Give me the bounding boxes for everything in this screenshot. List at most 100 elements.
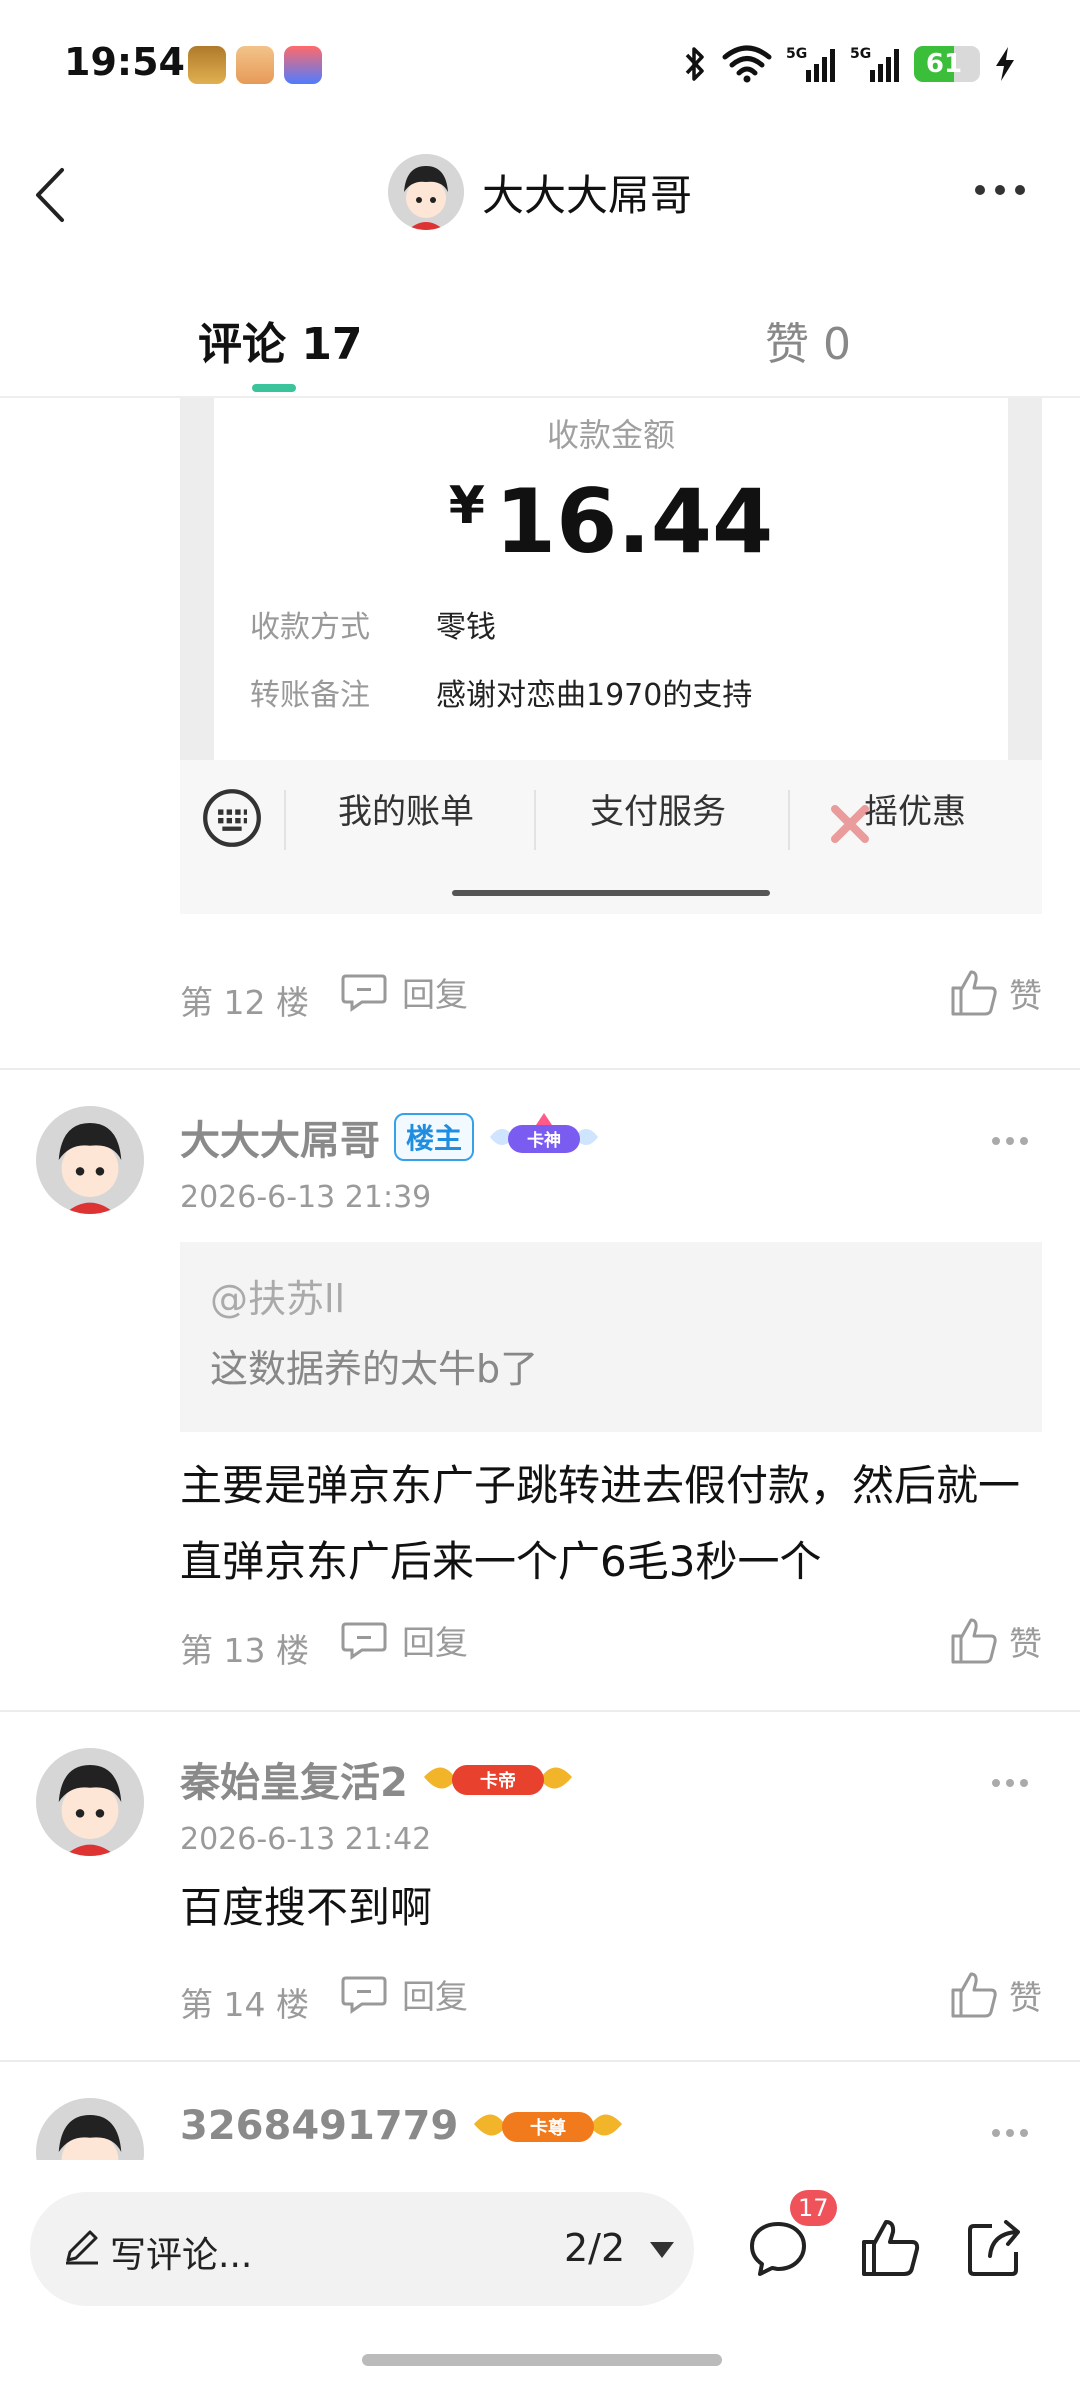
status-bar: 19:54 5G 5G 61 bbox=[0, 0, 1080, 130]
comment-icon[interactable] bbox=[746, 2216, 810, 2280]
receipt-note-row: 转账备注 感谢对恋曲1970的支持 bbox=[250, 670, 752, 714]
reply-label: 回复 bbox=[402, 1623, 468, 1662]
reply-icon bbox=[341, 1976, 387, 2014]
like-label: 赞 bbox=[1009, 1624, 1042, 1663]
pencil-icon bbox=[66, 2230, 98, 2265]
5g-signal-icon: 5G bbox=[786, 46, 835, 82]
comment-author[interactable]: 3268491779 bbox=[180, 2103, 458, 2149]
note-value: 感谢对恋曲1970的支持 bbox=[436, 678, 753, 713]
like-button[interactable]: 赞 bbox=[949, 1970, 1042, 2020]
watermark-logo-icon bbox=[831, 805, 869, 843]
comment-time: 2026-6-13 21:42 bbox=[180, 1822, 432, 1857]
svg-text:5G: 5G bbox=[786, 46, 807, 62]
app-notification-icon bbox=[188, 46, 226, 84]
more-options-icon[interactable] bbox=[990, 2126, 1030, 2140]
like-label: 赞 bbox=[1009, 1978, 1042, 2017]
tab-comments[interactable]: 评论 17 bbox=[198, 308, 363, 372]
receipt-label: 收款金额 bbox=[546, 416, 675, 454]
comment-item: 大大大屌哥 楼主 卡神 2026-6-13 21:39 @扶苏ll 这数据养的太… bbox=[0, 1068, 1080, 1708]
home-indicator bbox=[362, 2354, 722, 2366]
comment-item: 3268491779 卡尊 bbox=[0, 2060, 1080, 2160]
note-key: 转账备注 bbox=[250, 678, 370, 713]
rank-badge-icon: 卡尊 bbox=[474, 2112, 623, 2142]
header-user[interactable]: 大大大屌哥 bbox=[0, 154, 1080, 230]
page-indicator[interactable]: 2/2 bbox=[564, 2226, 625, 2270]
rank-badge-label: 卡神 bbox=[527, 1130, 561, 1151]
like-label: 赞 bbox=[1009, 976, 1042, 1015]
reply-button[interactable]: 回复 bbox=[340, 968, 468, 1016]
like-button[interactable]: 赞 bbox=[949, 1616, 1042, 1666]
reply-icon bbox=[341, 974, 387, 1012]
quoted-user: @扶苏ll bbox=[210, 1277, 346, 1321]
comment-meta-row: 第 12 楼 回复 赞 bbox=[180, 968, 1042, 1028]
comment-meta-row: 第 14 楼 回复 赞 bbox=[180, 1970, 1042, 2030]
tab-bar: 评论 17 赞 0 bbox=[0, 290, 1080, 398]
comment-meta-row: 第 13 楼 回复 赞 bbox=[180, 1616, 1042, 1676]
rank-badge-icon: 卡神 bbox=[490, 1113, 599, 1153]
reply-button[interactable]: 回复 bbox=[340, 1616, 468, 1664]
comment-body: 百度搜不到啊 bbox=[180, 1883, 433, 1932]
more-options-icon[interactable] bbox=[970, 170, 1030, 210]
currency-symbol: ¥ bbox=[448, 476, 485, 536]
charging-icon bbox=[996, 47, 1014, 81]
comment-header: 3268491779 卡尊 bbox=[180, 2100, 624, 2152]
comment-item: 秦始皇复活2 卡帝 2026-6-13 21:42 百度搜不到啊 第 14 楼 … bbox=[0, 1710, 1080, 2060]
amount-value: 16.44 bbox=[494, 470, 774, 573]
like-button[interactable]: 赞 bbox=[949, 968, 1042, 1018]
divider bbox=[788, 790, 790, 850]
reply-button[interactable]: 回复 bbox=[340, 1970, 468, 2018]
write-comment-input[interactable]: 写评论... 2/2 bbox=[30, 2192, 694, 2306]
comment-author[interactable]: 秦始皇复活2 bbox=[180, 1750, 408, 1808]
caret-down-icon[interactable] bbox=[648, 2240, 676, 2260]
status-time: 19:54 bbox=[64, 40, 185, 84]
receipt-method-row: 收款方式 零钱 bbox=[250, 602, 496, 646]
receipt-image[interactable]: 收款金额 ¥16.44 收款方式 零钱 转账备注 感谢对恋曲1970的支持 我的账单… bbox=[180, 398, 1042, 914]
more-options-icon[interactable] bbox=[990, 1134, 1030, 1148]
thumbs-up-icon bbox=[951, 1972, 997, 2018]
divider bbox=[284, 790, 286, 850]
reply-label: 回复 bbox=[402, 975, 468, 1014]
receipt-bar-item: 我的账单 bbox=[338, 792, 474, 832]
receipt-bar-item: 支付服务 bbox=[590, 792, 726, 832]
avatar[interactable] bbox=[36, 2098, 144, 2160]
avatar[interactable] bbox=[387, 154, 464, 230]
avatar[interactable] bbox=[36, 1106, 144, 1214]
rank-badge-label: 卡帝 bbox=[480, 1770, 516, 1792]
avatar[interactable] bbox=[36, 1748, 144, 1856]
status-right: 5G 5G 61 bbox=[682, 44, 1016, 84]
share-icon[interactable] bbox=[962, 2216, 1026, 2280]
receipt-bottom-bar: 我的账单 支付服务 摇优惠 bbox=[180, 760, 1042, 914]
floor-number: 第 12 楼 bbox=[180, 983, 309, 1022]
divider bbox=[534, 790, 536, 850]
write-comment-placeholder: 写评论... bbox=[110, 2235, 253, 2276]
app-notification-icon bbox=[284, 46, 322, 84]
comment-count-badge: 17 bbox=[790, 2190, 837, 2226]
method-key: 收款方式 bbox=[250, 610, 370, 645]
quoted-comment[interactable]: @扶苏ll 这数据养的太牛b了 bbox=[180, 1242, 1042, 1432]
rank-badge-label: 卡尊 bbox=[530, 2117, 566, 2139]
quoted-text: 这数据养的太牛b了 bbox=[210, 1347, 539, 1391]
bluetooth-icon bbox=[685, 47, 704, 81]
receipt-card: 收款金额 ¥16.44 收款方式 零钱 转账备注 感谢对恋曲1970的支持 bbox=[214, 398, 1008, 760]
method-value: 零钱 bbox=[436, 610, 496, 645]
app-notification-icon bbox=[236, 46, 274, 84]
receipt-amount: ¥16.44 bbox=[214, 470, 1008, 573]
rank-badge-icon: 卡帝 bbox=[423, 1765, 572, 1795]
floor-number: 第 13 楼 bbox=[180, 1631, 309, 1670]
5g-signal-icon: 5G bbox=[850, 46, 899, 82]
battery-indicator: 61 bbox=[914, 46, 980, 82]
notification-app-icons bbox=[188, 46, 322, 84]
wifi-icon bbox=[722, 45, 772, 83]
comment-header: 秦始皇复活2 卡帝 bbox=[180, 1750, 574, 1808]
comment-body: 主要是弹京东广子跳转进去假付款，然后就一直弹京东广后来一个广6毛3秒一个 bbox=[180, 1461, 1021, 1586]
thumbs-up-icon bbox=[951, 970, 997, 1016]
more-options-icon[interactable] bbox=[990, 1776, 1030, 1790]
comment-author[interactable]: 大大大屌哥 bbox=[180, 1108, 380, 1166]
tab-likes[interactable]: 赞 0 bbox=[765, 308, 851, 372]
reply-icon bbox=[341, 1622, 387, 1660]
comment-header: 大大大屌哥 楼主 卡神 bbox=[180, 1108, 600, 1166]
floor-number: 第 14 楼 bbox=[180, 1985, 309, 2024]
top-nav-bar: 大大大屌哥 bbox=[0, 130, 1080, 260]
comment-time: 2026-6-13 21:39 bbox=[180, 1180, 432, 1215]
thumbs-up-icon[interactable] bbox=[858, 2216, 922, 2280]
